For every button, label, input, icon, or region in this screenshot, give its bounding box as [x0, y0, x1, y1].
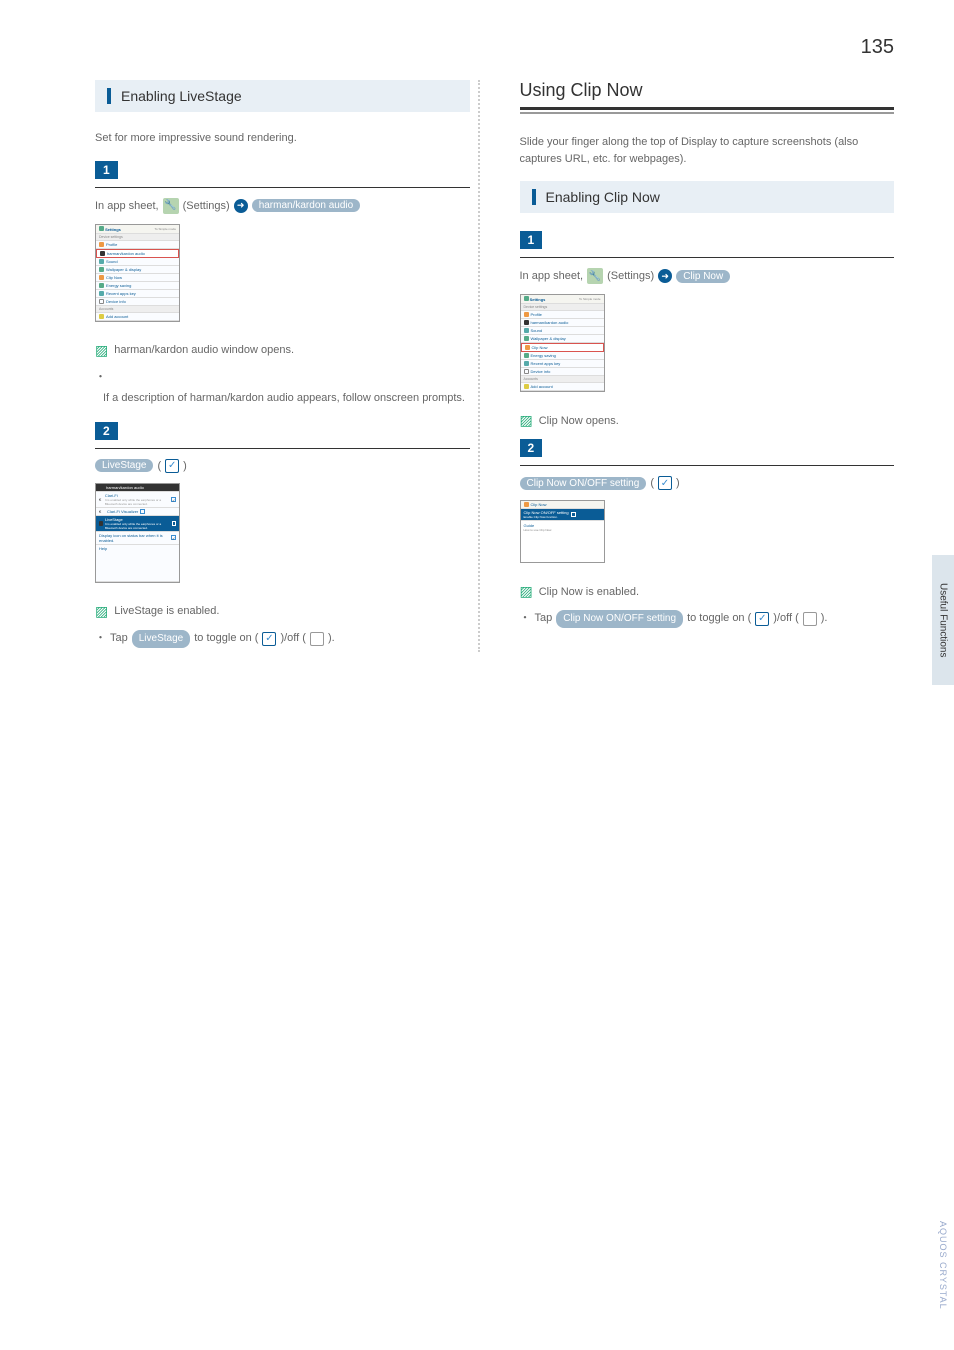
- checkbox-on-icon: ✓: [658, 476, 672, 490]
- wrench-icon: 🔧: [587, 268, 603, 284]
- settings-screenshot-2: SettingsTo Simple mode Device settings P…: [520, 294, 605, 392]
- step1-prefix: In app sheet,: [520, 270, 584, 282]
- result-2: ▨ LiveStage is enabled.: [95, 603, 470, 620]
- paren-close: ): [676, 477, 680, 489]
- step2-instruction: LiveStage ( ✓ ): [95, 459, 470, 473]
- left-column: Enabling LiveStage Set for more impressi…: [95, 80, 470, 662]
- result1-text: harman/kardon audio window opens.: [114, 344, 294, 356]
- step-number-2: 2: [95, 422, 118, 440]
- step1-settings: (Settings): [607, 270, 654, 282]
- wrench-icon: 🔧: [163, 198, 179, 214]
- heading-box: Enabling LiveStage: [95, 80, 470, 112]
- footer-brand: AQUOS CRYSTAL: [938, 1221, 948, 1310]
- arrow-icon: ➜: [658, 269, 672, 283]
- result-1: ▨ Clip Now opens.: [520, 412, 895, 429]
- step-2: 2 Clip Now ON/OFF setting ( ✓ ) Clip Now…: [520, 439, 895, 628]
- result-icon: ▨: [520, 412, 533, 429]
- result-icon: ▨: [520, 583, 533, 600]
- result2-text: Clip Now is enabled.: [539, 586, 639, 598]
- checkbox-off-icon: [803, 612, 817, 626]
- heading-box: Enabling Clip Now: [520, 181, 895, 213]
- livestage-badge: LiveStage: [95, 459, 153, 472]
- harman-screenshot: harman/kardon audio €Clari-FiIt is enabl…: [95, 483, 180, 583]
- note-2: Tap Clip Now ON/OFF setting to toggle on…: [520, 610, 895, 628]
- intro-text: Set for more impressive sound rendering.: [95, 130, 470, 147]
- step-number-1: 1: [95, 161, 118, 179]
- step-number-1: 1: [520, 231, 543, 249]
- step-1: 1 In app sheet, 🔧 (Settings) ➜ Clip Now …: [520, 231, 895, 429]
- step1-instruction: In app sheet, 🔧 (Settings) ➜ harman/kard…: [95, 198, 470, 214]
- result-icon: ▨: [95, 342, 108, 359]
- checkbox-on-icon: ✓: [165, 459, 179, 473]
- note-1: If a description of harman/kardon audio …: [95, 369, 470, 408]
- note-2: Tap LiveStage to toggle on ( ✓ )/off ( )…: [95, 630, 470, 648]
- enabling-clip-now-heading: Enabling Clip Now: [532, 189, 883, 205]
- clip-now-screenshot: Clip Now Clip Now ON/OFF settingEnable C…: [520, 500, 605, 563]
- arrow-icon: ➜: [234, 199, 248, 213]
- result-1: ▨ harman/kardon audio window opens.: [95, 342, 470, 359]
- step-2: 2 LiveStage ( ✓ ) harman/kardon audio €C…: [95, 422, 470, 648]
- enabling-livestage-heading: Enabling LiveStage: [107, 88, 458, 104]
- result-2: ▨ Clip Now is enabled.: [520, 583, 895, 600]
- livestage-badge-inline: LiveStage: [132, 630, 190, 648]
- using-clip-now-heading: Using Clip Now: [520, 80, 895, 101]
- result-icon: ▨: [95, 603, 108, 620]
- result2-text: LiveStage is enabled.: [114, 605, 219, 617]
- paren-close: ): [183, 460, 187, 472]
- checkbox-on-icon: ✓: [262, 632, 276, 646]
- harman-kardon-badge: harman/kardon audio: [252, 199, 361, 212]
- paren-open: (: [157, 460, 161, 472]
- column-divider: [478, 80, 480, 652]
- paren-open: (: [650, 477, 654, 489]
- clip-now-setting-badge: Clip Now ON/OFF setting: [520, 477, 647, 490]
- checkbox-off-icon: [310, 632, 324, 646]
- checkbox-on-icon: ✓: [755, 612, 769, 626]
- right-column: Using Clip Now Slide your finger along t…: [520, 80, 895, 662]
- step-1: 1 In app sheet, 🔧 (Settings) ➜ harman/ka…: [95, 161, 470, 408]
- step2-instruction: Clip Now ON/OFF setting ( ✓ ): [520, 476, 895, 490]
- sidebar-tab: Useful Functions: [932, 555, 954, 685]
- step-number-2: 2: [520, 439, 543, 457]
- result1-text: Clip Now opens.: [539, 415, 619, 427]
- clip-now-intro: Slide your finger along the top of Displ…: [520, 134, 895, 167]
- settings-screenshot-1: SettingsTo Simple mode Device settings P…: [95, 224, 180, 322]
- step1-prefix: In app sheet,: [95, 200, 159, 212]
- clip-now-badge: Clip Now: [676, 270, 730, 283]
- step1-settings: (Settings): [183, 200, 230, 212]
- step1-instruction: In app sheet, 🔧 (Settings) ➜ Clip Now: [520, 268, 895, 284]
- clip-now-setting-badge-inline: Clip Now ON/OFF setting: [556, 610, 683, 628]
